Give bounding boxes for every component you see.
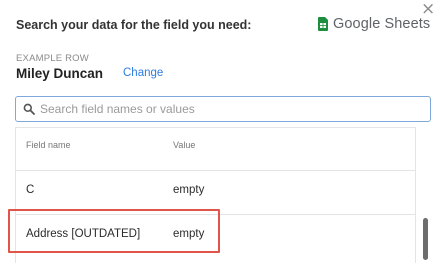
scrollbar-thumb[interactable] <box>423 218 428 260</box>
field-name-cell: C <box>26 184 35 196</box>
fields-table: Field name Value C empty Address [OUTDAT… <box>15 127 416 263</box>
dialog-title: Search your data for the field you need: <box>16 18 252 32</box>
source-label: Google Sheets <box>333 16 431 32</box>
example-record-name: Miley Duncan <box>16 66 104 81</box>
source-badge: Google Sheets <box>318 14 430 34</box>
field-value-cell: empty <box>173 228 205 240</box>
google-sheets-icon <box>318 17 328 31</box>
example-row-label: EXAMPLE ROW <box>16 53 89 64</box>
table-row[interactable]: C empty <box>16 170 415 214</box>
field-name-cell: Address [OUTDATED] <box>26 228 141 240</box>
field-value-cell: empty <box>173 184 205 196</box>
change-link[interactable]: Change <box>123 67 163 79</box>
search-box[interactable] <box>15 96 431 122</box>
search-input[interactable] <box>40 98 430 120</box>
column-header-value: Value <box>173 140 196 150</box>
search-icon <box>23 103 35 115</box>
table-row[interactable]: Address [OUTDATED] empty <box>16 214 415 262</box>
column-header-field-name: Field name <box>26 140 71 150</box>
